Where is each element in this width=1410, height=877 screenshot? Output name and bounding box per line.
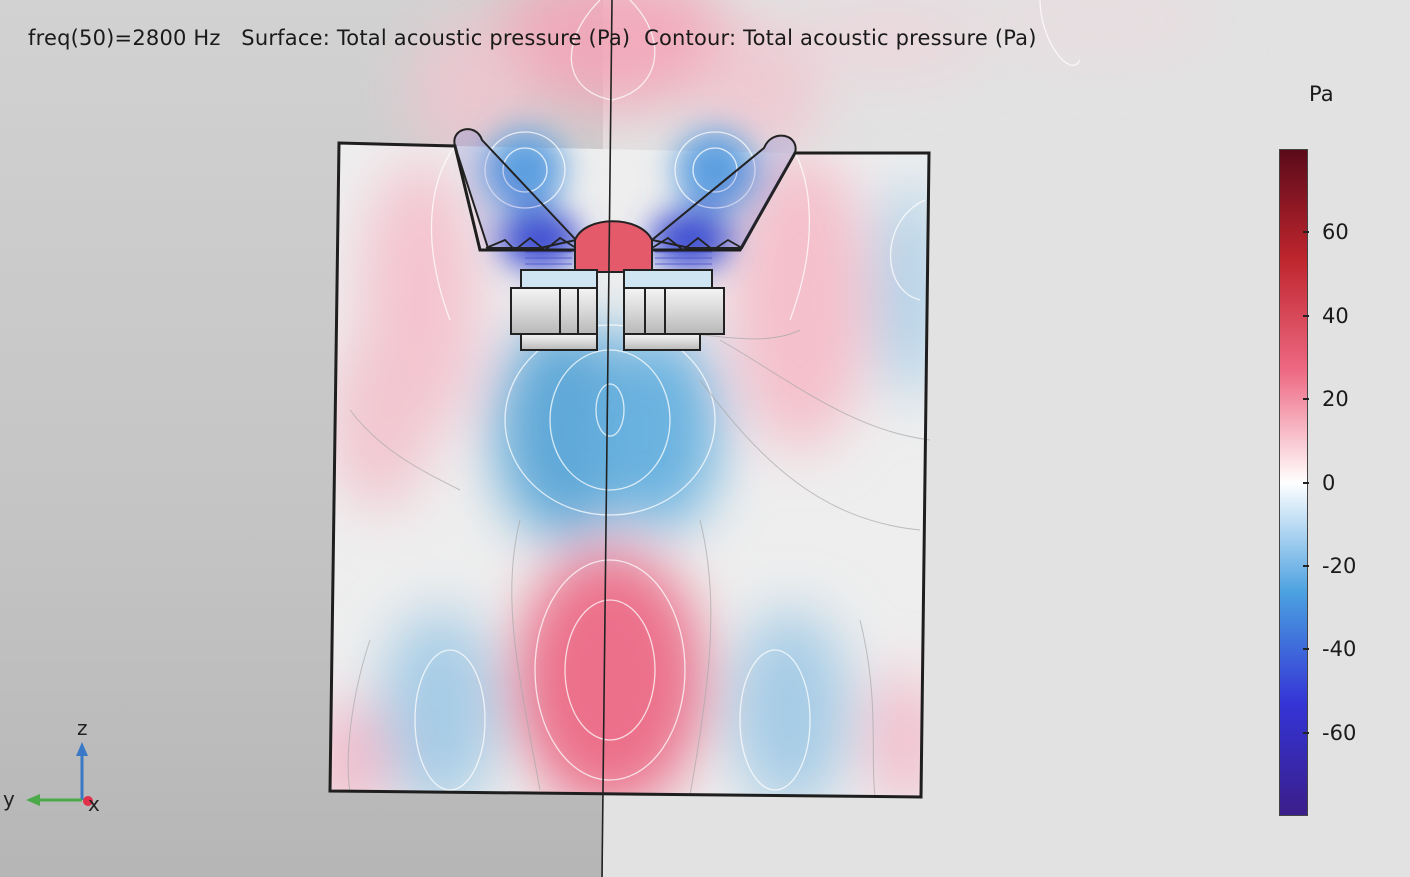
colorbar-tick-label: 0 bbox=[1322, 470, 1336, 495]
colorbar-tick-label: -40 bbox=[1322, 637, 1357, 662]
colorbar-tick-label: -60 bbox=[1322, 720, 1357, 745]
colorbar-tick: 60 bbox=[1280, 220, 1360, 244]
colorbar-tick: -60 bbox=[1280, 721, 1360, 745]
colorbar-tick-mark bbox=[1303, 231, 1309, 234]
colorbar-unit-label: Pa bbox=[1309, 82, 1334, 106]
colorbar-tick: -20 bbox=[1280, 554, 1360, 578]
colorbar-tick-label: -20 bbox=[1322, 553, 1357, 578]
title-contour: Contour: Total acoustic pressure (Pa) bbox=[644, 26, 1037, 50]
colorbar-tick-mark bbox=[1303, 648, 1309, 651]
colorbar-tick: 0 bbox=[1280, 471, 1360, 495]
plot-title: freq(50)=2800 Hz Surface: Total acoustic… bbox=[28, 26, 1037, 50]
colorbar-tick-label: 60 bbox=[1322, 220, 1349, 245]
colorbar-tick: 20 bbox=[1280, 387, 1360, 411]
colorbar-tick-mark bbox=[1303, 481, 1309, 484]
colorbar-tick-mark bbox=[1303, 564, 1309, 567]
colorbar-tick-label: 20 bbox=[1322, 387, 1349, 412]
colorbar-tick-mark bbox=[1303, 731, 1309, 734]
colorbar-tick-mark bbox=[1303, 314, 1309, 317]
axis-triad bbox=[26, 742, 93, 806]
dust-cap bbox=[574, 220, 653, 273]
colorbar-tick-mark bbox=[1303, 398, 1309, 401]
axis-label-y: y bbox=[3, 787, 15, 811]
axis-label-x: x bbox=[88, 792, 100, 816]
colorbar-tick: -40 bbox=[1280, 637, 1360, 661]
axis-label-z: z bbox=[77, 716, 88, 740]
pressure-field-plot bbox=[26, 0, 1220, 877]
title-surface: Surface: Total acoustic pressure (Pa) bbox=[241, 26, 631, 50]
title-frequency: freq(50)=2800 Hz bbox=[28, 26, 221, 50]
colorbar-tick-label: 40 bbox=[1322, 303, 1349, 328]
colorbar-tick: 40 bbox=[1280, 304, 1360, 328]
